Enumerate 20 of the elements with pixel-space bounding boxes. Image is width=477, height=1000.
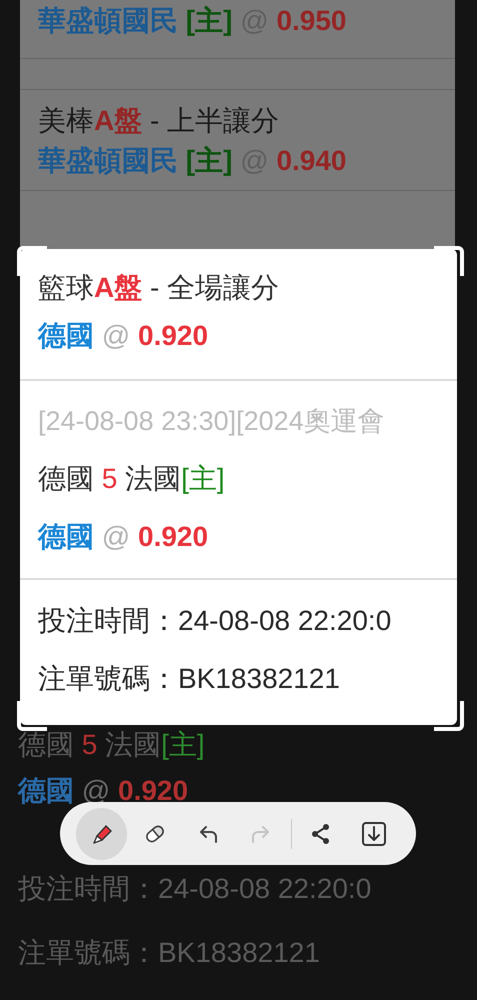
bet-selection: 華盛頓國民 [主] @ 0.940 bbox=[38, 144, 348, 178]
market-title: 籃球A盤 - 全場讓分 bbox=[38, 271, 280, 305]
bet-time: 投注時間：24-08-08 22:20:0 bbox=[18, 872, 372, 906]
match-score: 德國 5 法國[主] bbox=[18, 728, 206, 762]
bet-id: 注單號碼：BK18382121 bbox=[18, 936, 321, 970]
match-score: 德國 5 法國[主] bbox=[38, 462, 226, 496]
crop-selection[interactable]: 籃球A盤 - 全場讓分 德國 @ 0.920 [24-08-08 23:30][2024奧運會 德國 5 法國[主] 德國 @ 0.920 投注時間：24-08-08 22:20:0 注單號碼：BK18382121 bbox=[20, 249, 457, 725]
crop-corner-handle[interactable] bbox=[434, 701, 464, 731]
bet-id: 注單號碼：BK18382121 bbox=[38, 662, 341, 696]
bet-selection: 德國 @ 0.920 bbox=[38, 319, 210, 353]
market-title: 美棒A盤 - 上半讓分 bbox=[38, 104, 280, 138]
event-info: [24-08-08 23:30][2024奧運會 bbox=[38, 405, 386, 438]
bet-selection: 德國 @ 0.920 bbox=[38, 520, 210, 554]
download-icon bbox=[361, 820, 388, 846]
pen-tool-button[interactable] bbox=[76, 808, 128, 860]
crop-corner-handle[interactable] bbox=[434, 246, 464, 276]
bet-selection: 華盛頓國民 [主] @ 0.950 bbox=[38, 4, 348, 38]
crop-corner-handle[interactable] bbox=[17, 246, 47, 276]
bet-time: 投注時間：24-08-08 22:20:0 bbox=[38, 604, 392, 638]
crop-corner-handle[interactable] bbox=[17, 701, 47, 731]
